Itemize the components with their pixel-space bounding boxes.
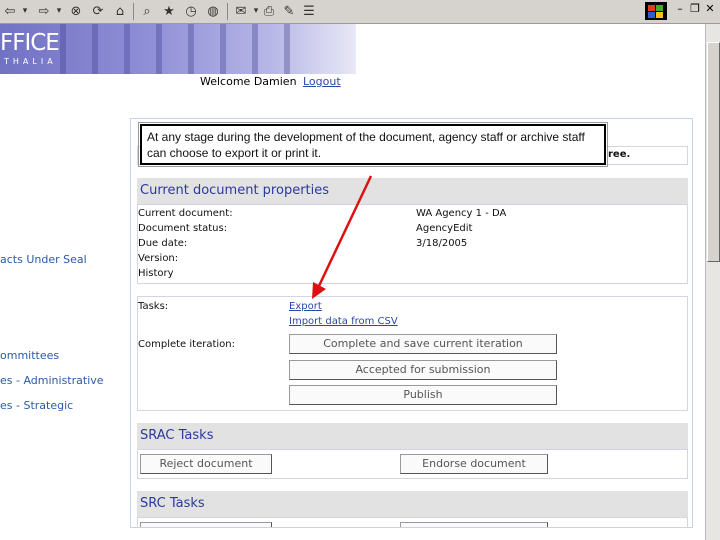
arrow-shaft xyxy=(316,175,373,289)
page-scrollbar[interactable] xyxy=(705,24,720,540)
scrollbar-thumb[interactable] xyxy=(707,42,720,262)
callout-arrow xyxy=(312,175,373,299)
